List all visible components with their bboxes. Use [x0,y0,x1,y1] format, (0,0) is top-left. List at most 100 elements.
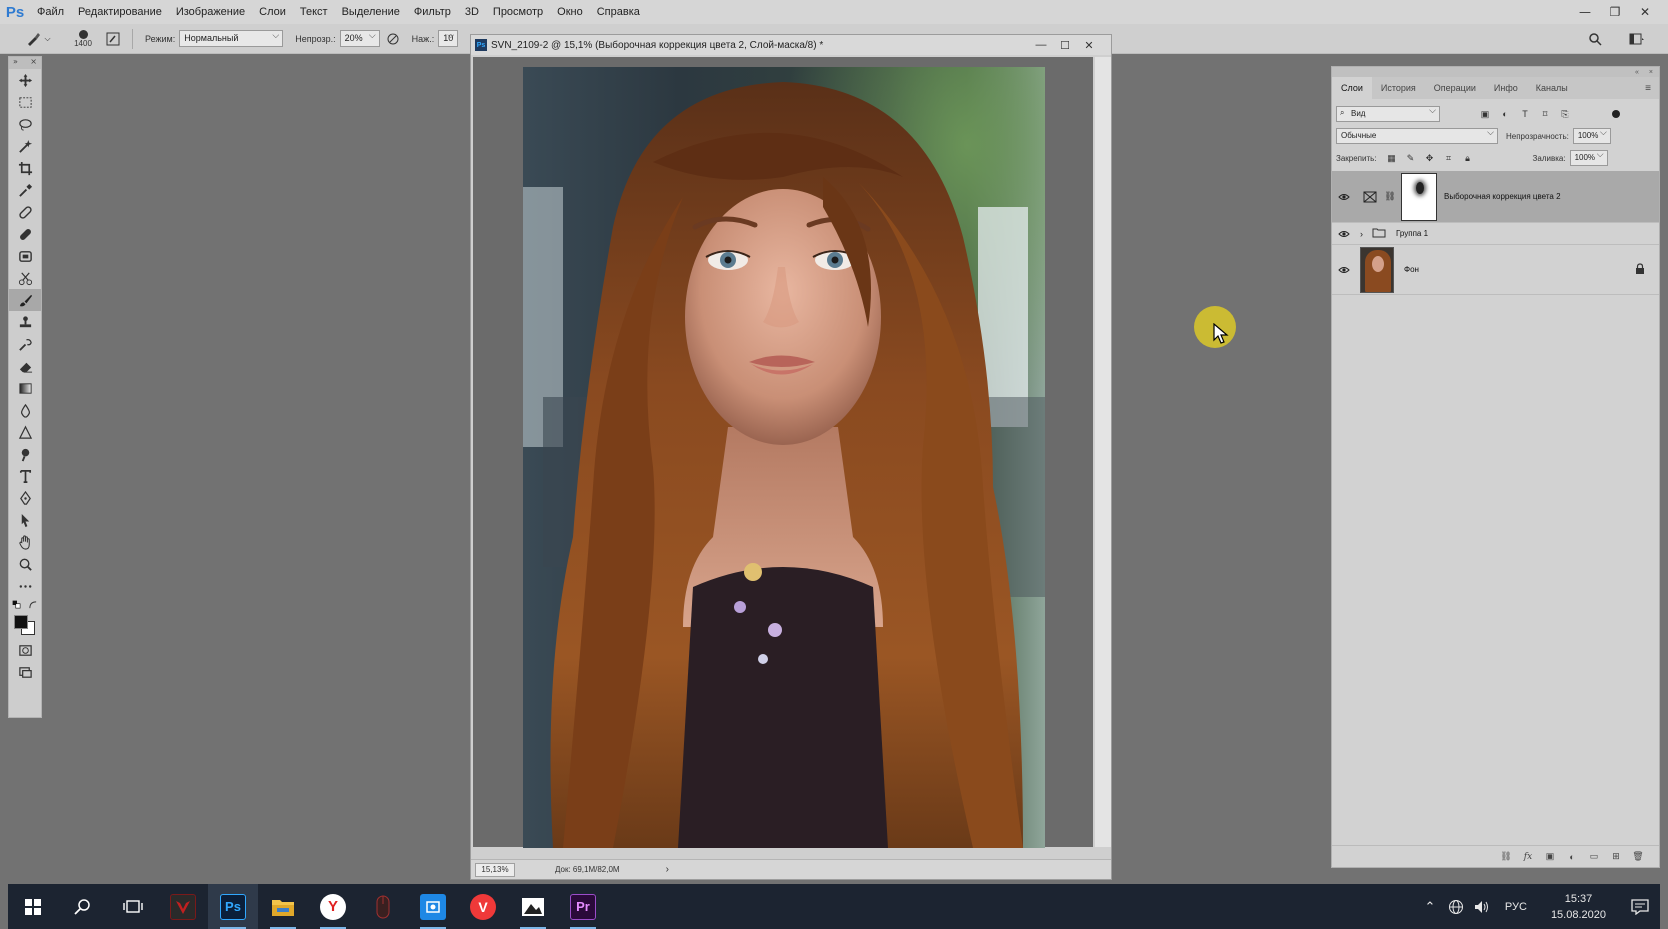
burn-tool[interactable] [9,443,41,465]
menu-filter[interactable]: Фильтр [407,6,458,18]
layer-mask-thumbnail[interactable] [1401,172,1437,221]
menu-help[interactable]: Справка [590,6,647,18]
chevron-up-icon[interactable]: ⌃ [1417,884,1443,929]
menu-type[interactable]: Текст [293,6,335,18]
filter-shape-icon[interactable]: ⌑ [1536,106,1554,122]
patch-tool[interactable] [9,245,41,267]
quick-mask-button[interactable] [9,639,41,661]
dodge-tool[interactable] [9,421,41,443]
document-tab[interactable]: Ps SVN_2109-2 @ 15,1% (Выборочная коррек… [471,35,1111,55]
filter-type-icon[interactable]: T [1516,106,1534,122]
status-menu-arrow[interactable]: › [666,864,669,875]
clone-stamp-tool[interactable] [9,311,41,333]
collapse-icon[interactable]: « [1635,69,1639,76]
layer-row-adjustment[interactable]: ⛓︎ Выборочная коррекция цвета 2 [1332,171,1659,223]
link-layers-icon[interactable]: ⛓︎ [1499,850,1513,864]
menu-edit[interactable]: Редактирование [71,6,169,18]
filter-toggle-icon[interactable] [1612,110,1620,118]
pressure-select[interactable]: 10 [438,30,459,47]
layer-blend-mode-select[interactable]: Обычные [1336,127,1498,144]
lock-pixels-icon[interactable]: ✎ [1402,150,1420,166]
lock-position-icon[interactable]: ✥ [1421,150,1439,166]
blur-tool[interactable] [9,399,41,421]
swap-colors-icon[interactable] [28,600,38,610]
fx-icon[interactable]: fx [1521,850,1535,864]
taskbar-app-explorer[interactable] [258,884,308,929]
new-layer-icon[interactable]: ⊞ [1609,850,1623,864]
layer-filter-select[interactable]: ⌕ Вид [1336,105,1440,122]
filter-pixel-icon[interactable]: ▣ [1476,106,1494,122]
tab-channels[interactable]: Каналы [1527,77,1577,99]
pressure-opacity-icon[interactable] [384,30,402,48]
blend-mode-select[interactable]: Нормальный [179,30,284,47]
zoom-field[interactable]: 15,13% [475,862,515,877]
history-brush-tool[interactable] [9,333,41,355]
type-tool[interactable] [9,465,41,487]
expand-icon[interactable]: » [13,57,18,69]
lock-transparency-icon[interactable]: ▦ [1383,150,1401,166]
spot-healing-tool[interactable] [9,201,41,223]
trash-icon[interactable]: 🗑︎ [1631,850,1645,864]
hand-tool[interactable] [9,531,41,553]
workspace-icon[interactable] [1628,30,1646,48]
pen-tool[interactable] [9,487,41,509]
tab-history[interactable]: История [1372,77,1425,99]
visibility-eye-icon[interactable] [1332,266,1356,274]
tab-info[interactable]: Инфо [1485,77,1527,99]
eraser-tool[interactable] [9,355,41,377]
taskbar-app-screen-capture[interactable] [408,884,458,929]
panel-close-icon[interactable]: × [1649,69,1653,76]
volume-icon[interactable] [1469,884,1495,929]
taskbar-app-vivaldi[interactable]: V [458,884,508,929]
lasso-tool[interactable] [9,113,41,135]
menu-layers[interactable]: Слои [252,6,293,18]
brush-preset-picker[interactable]: 1400 [66,26,100,52]
magic-wand-tool[interactable] [9,135,41,157]
search-button[interactable] [58,884,108,929]
menu-window[interactable]: Окно [550,6,590,18]
language-indicator[interactable]: РУС [1505,901,1527,913]
lock-all-icon[interactable]: 🔒︎ [1459,150,1477,166]
notification-center-icon[interactable] [1620,884,1660,929]
tool-preset-picker[interactable]: ⌵ [18,27,58,51]
tab-actions[interactable]: Операции [1425,77,1485,99]
taskbar-app-predator[interactable] [158,884,208,929]
crop-tool[interactable] [9,157,41,179]
menu-file[interactable]: Файл [30,6,71,18]
close-button[interactable]: ✕ [1630,0,1660,24]
add-mask-icon[interactable]: ▣ [1543,850,1557,864]
path-selection-tool[interactable] [9,509,41,531]
toolbox-header[interactable]: » × [9,57,41,69]
portrait-photo[interactable] [523,67,1045,848]
gradient-tool[interactable] [9,377,41,399]
layer-thumbnail[interactable] [1360,246,1394,293]
screen-mode-button[interactable] [9,661,41,683]
taskbar-app-photos[interactable] [508,884,558,929]
fill-select[interactable]: 100% [1569,149,1608,166]
more-tools[interactable] [9,575,41,597]
tab-layers[interactable]: Слои [1332,77,1372,99]
taskbar-app-yandex[interactable]: Y [308,884,358,929]
search-icon[interactable] [1586,30,1604,48]
menu-view[interactable]: Просмотр [486,6,550,18]
chevron-right-icon[interactable]: › [1360,229,1370,239]
lock-artboard-icon[interactable]: ⌗ [1440,150,1458,166]
layer-opacity-select[interactable]: 100% [1572,127,1611,144]
healing-brush-tool[interactable] [9,223,41,245]
menu-select[interactable]: Выделение [335,6,407,18]
menu-image[interactable]: Изображение [169,6,252,18]
eyedropper-tool[interactable] [9,179,41,201]
menu-3d[interactable]: 3D [458,6,486,18]
clock[interactable]: 15:37 15.08.2020 [1551,891,1606,923]
canvas-area[interactable] [473,57,1093,848]
panel-header[interactable]: «× [1332,67,1659,77]
start-button[interactable] [8,884,58,929]
adjustment-layer-icon[interactable]: ◐ [1565,850,1579,864]
move-tool[interactable] [9,69,41,91]
doc-minimize-button[interactable]: — [1029,35,1053,55]
minimize-button[interactable]: — [1570,0,1600,24]
filter-adjustment-icon[interactable]: ◐ [1496,106,1514,122]
task-view-button[interactable] [108,884,158,929]
marquee-tool[interactable] [9,91,41,113]
layer-row-group[interactable]: › Группа 1 [1332,223,1659,245]
